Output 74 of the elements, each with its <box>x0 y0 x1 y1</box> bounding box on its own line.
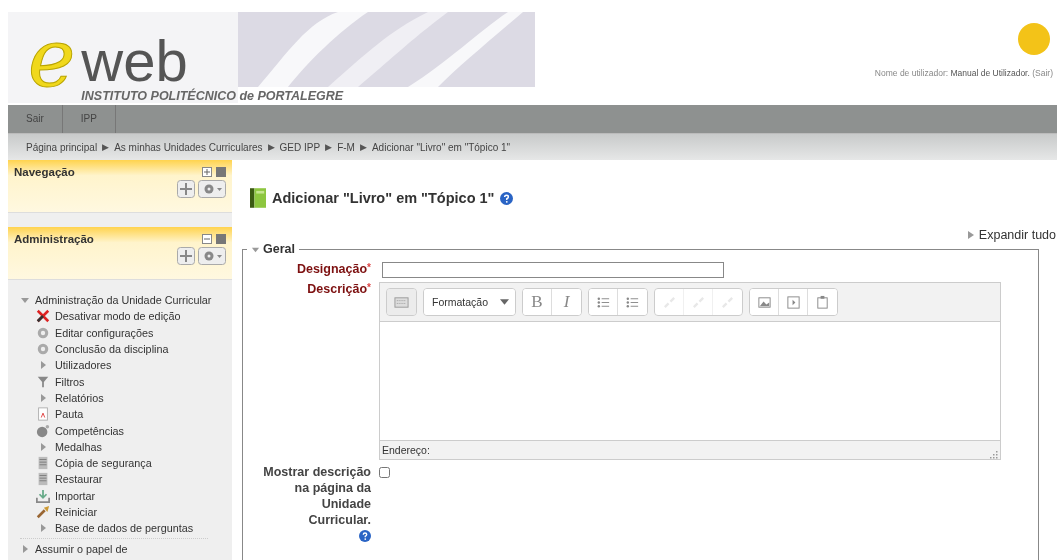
expand-icon[interactable] <box>202 167 212 177</box>
field-label: Mostrar descrição na página da Unidade Curricular. <box>262 464 371 528</box>
toolbar-toggle-button[interactable] <box>387 289 416 315</box>
checkbox[interactable] <box>379 467 390 478</box>
page-title: Adicionar "Livro" em "Tópico 1" <box>272 190 495 206</box>
tree-item[interactable]: Importar <box>55 489 96 502</box>
collapsed-arrow-icon <box>966 231 975 239</box>
filter-icon <box>36 374 50 389</box>
tree-item[interactable]: Assumir o papel de <box>35 542 128 555</box>
settings-icon[interactable] <box>198 180 226 198</box>
logo-word: web <box>81 33 188 89</box>
tree-item[interactable]: Restaurar <box>55 473 103 486</box>
book-icon <box>250 188 266 208</box>
collapsed-arrow-icon[interactable] <box>38 360 48 371</box>
collapse-icon[interactable] <box>202 234 212 244</box>
path-label: Endereço: <box>382 443 430 458</box>
image-button[interactable] <box>750 289 780 315</box>
collapsed-arrow-icon[interactable] <box>38 441 48 452</box>
expand-all-link[interactable]: Expandir tudo <box>966 228 1056 242</box>
gear-icon <box>36 325 50 340</box>
help-icon[interactable] <box>500 191 514 205</box>
breadcrumb-link[interactable]: F-M <box>337 141 355 153</box>
breadcrumb-separator: ▶ <box>359 142 367 152</box>
tree-item[interactable]: Competências <box>55 424 124 437</box>
collapsed-arrow-icon[interactable] <box>38 523 48 534</box>
tree-item[interactable]: Desativar modo de edição <box>55 310 181 323</box>
tree-item[interactable]: Utilizadores <box>55 359 112 372</box>
breadcrumb-link[interactable]: As minhas Unidades Curriculares <box>114 141 263 153</box>
avatar <box>1017 22 1051 56</box>
tree-item[interactable]: Editar configurações <box>55 326 154 339</box>
breadcrumb-link[interactable]: Adicionar "Livro" em "Tópico 1" <box>371 141 511 153</box>
paste-icon <box>815 294 831 310</box>
gear-icon <box>36 342 50 357</box>
breadcrumb-separator: ▶ <box>325 142 333 152</box>
bold-button[interactable]: B <box>523 289 553 315</box>
user-info: Nome de utilizador: Manual de Utilizador. (Sair) <box>874 68 1053 78</box>
tree-item[interactable]: Base de dados de perguntas <box>55 522 194 535</box>
settings-icon[interactable] <box>198 247 226 265</box>
resize-handle-icon[interactable] <box>988 449 998 459</box>
institution-name: INSTITUTO POLITÉCNICO de PORTALEGRE <box>81 89 344 103</box>
move-icon[interactable] <box>177 247 195 265</box>
tree-item[interactable]: Administração da Unidade Curricular <box>35 294 212 307</box>
brush-icon <box>36 505 50 519</box>
block-title: Administração <box>14 233 94 245</box>
breadcrumb-link[interactable]: GED IPP <box>279 141 321 153</box>
collapsed-arrow-icon[interactable] <box>20 543 30 554</box>
tree-item[interactable]: Pauta <box>55 408 84 421</box>
tree-item[interactable]: Cópia de segurança <box>55 457 152 470</box>
field-label: Descrição* <box>306 282 371 298</box>
tree-item[interactable]: Medalhas <box>55 440 102 453</box>
logo-letter: e <box>28 19 76 99</box>
import-icon <box>36 488 50 503</box>
breadcrumb-separator: ▶ <box>267 142 275 152</box>
edit-off-icon <box>36 309 50 324</box>
tree-item[interactable]: Reiniciar <box>55 506 97 518</box>
image-icon <box>756 294 772 310</box>
format-dropdown[interactable]: Formatação <box>424 289 516 315</box>
breadcrumb-link[interactable]: Página principal <box>26 141 98 153</box>
media-icon <box>785 294 801 310</box>
toolbar-toggle-icon <box>394 294 409 310</box>
caret-icon <box>500 299 510 305</box>
tree-item[interactable]: Relatórios <box>55 391 104 404</box>
breadcrumb-separator: ▶ <box>102 142 110 152</box>
bullet-list-button[interactable] <box>589 289 619 315</box>
tree-item[interactable]: Conclusão da disciplina <box>55 343 169 356</box>
move-icon[interactable] <box>177 180 195 198</box>
help-icon[interactable] <box>359 530 371 542</box>
section-toggle[interactable]: Geral <box>247 242 299 256</box>
tree-item[interactable]: Filtros <box>55 375 85 388</box>
field-label: Designação* <box>295 262 371 278</box>
block-title: Navegação <box>14 166 75 178</box>
collapsed-arrow-icon[interactable] <box>38 392 48 403</box>
document-icon <box>36 407 50 422</box>
name-input-field[interactable] <box>382 262 724 278</box>
